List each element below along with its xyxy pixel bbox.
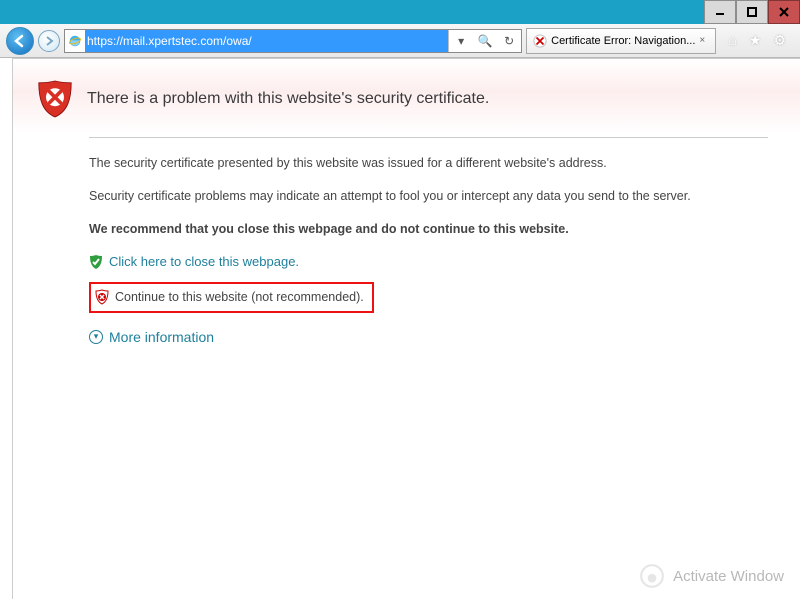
close-page-row: Click here to close this webpage. [89, 252, 768, 272]
dropdown-icon[interactable]: ▾ [449, 30, 473, 52]
home-icon[interactable]: ⌂ [728, 32, 736, 49]
divider [89, 137, 768, 138]
more-info-link[interactable]: More information [109, 327, 214, 348]
tab-close-icon[interactable]: × [699, 35, 709, 46]
page-title: There is a problem with this website's s… [87, 90, 489, 108]
window-titlebar [0, 0, 800, 24]
watermark-icon [639, 563, 665, 589]
continue-highlight: Continue to this website (not recommende… [89, 282, 374, 313]
more-info-row[interactable]: ▾ More information [89, 327, 768, 348]
browser-chrome: ▾ 🔍 ↻ Certificate Error: Navigation... ×… [0, 24, 800, 58]
toolbar-right: ⌂ ★ ⚙ [720, 32, 794, 49]
url-input[interactable] [85, 30, 448, 52]
maximize-button[interactable] [736, 0, 768, 24]
cert-error-icon [533, 34, 547, 48]
gear-icon[interactable]: ⚙ [773, 32, 786, 49]
close-button[interactable] [768, 0, 800, 24]
cert-recommend: We recommend that you close this webpage… [89, 220, 768, 239]
arrow-right-icon [44, 36, 54, 46]
forward-button[interactable] [38, 30, 60, 52]
address-bar: ▾ 🔍 ↻ [64, 29, 522, 53]
ie-logo-icon [65, 34, 85, 48]
close-page-link[interactable]: Click here to close this webpage. [109, 252, 299, 272]
search-icon[interactable]: 🔍 [473, 30, 497, 52]
continue-link[interactable]: Continue to this website (not recommende… [115, 288, 364, 307]
refresh-icon[interactable]: ↻ [497, 30, 521, 52]
shield-warn-icon [95, 289, 109, 305]
back-button[interactable] [6, 27, 34, 55]
cert-msg-2: Security certificate problems may indica… [89, 187, 768, 206]
activate-watermark: Activate Window [639, 563, 784, 589]
cert-msg-1: The security certificate presented by th… [89, 154, 768, 173]
favorites-icon[interactable]: ★ [749, 32, 762, 49]
shield-ok-icon [89, 254, 103, 270]
shield-error-icon [37, 79, 73, 119]
address-tools: ▾ 🔍 ↻ [448, 30, 521, 52]
chevron-down-icon: ▾ [89, 330, 103, 344]
page-content: There is a problem with this website's s… [12, 58, 800, 599]
browser-tab[interactable]: Certificate Error: Navigation... × [526, 28, 716, 54]
arrow-left-icon [13, 34, 27, 48]
tab-title: Certificate Error: Navigation... [551, 35, 695, 47]
minimize-button[interactable] [704, 0, 736, 24]
